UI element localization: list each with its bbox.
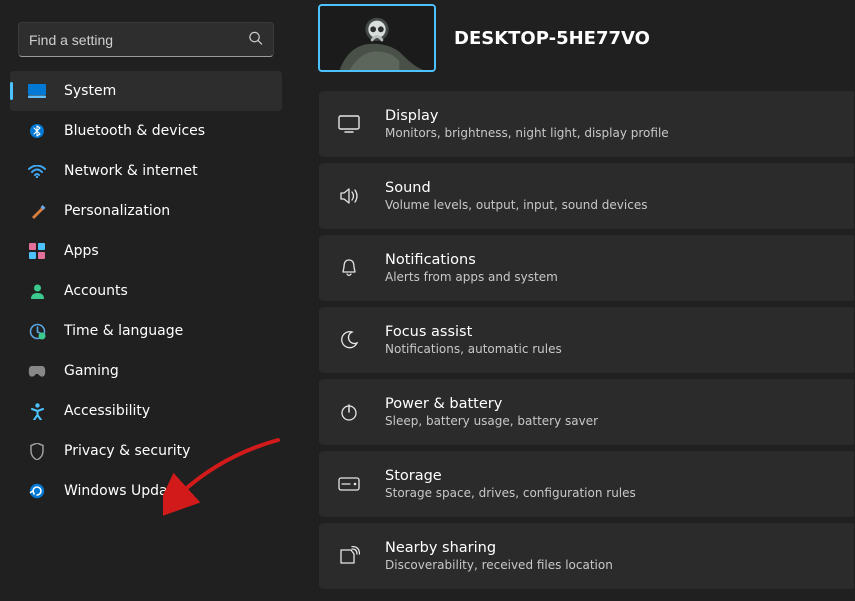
card-subtitle: Volume levels, output, input, sound devi… [385,197,647,213]
storage-icon [331,477,367,491]
person-icon [28,282,46,300]
card-title: Storage [385,467,636,485]
card-notifications[interactable]: Notifications Alerts from apps and syste… [318,234,855,302]
update-icon [28,482,46,500]
main-content: DESKTOP-5HE77VO Display Monitors, bright… [290,0,855,601]
sidebar-item-label: Time & language [64,323,183,339]
card-subtitle: Storage space, drives, configuration rul… [385,485,636,501]
shield-icon [28,442,46,460]
accessibility-icon [28,402,46,420]
card-subtitle: Discoverability, received files location [385,557,613,573]
sidebar-item-accessibility[interactable]: Accessibility [10,391,282,431]
card-title: Power & battery [385,395,598,413]
sidebar-item-personalization[interactable]: Personalization [10,191,282,231]
card-title: Sound [385,179,647,197]
card-sound[interactable]: Sound Volume levels, output, input, soun… [318,162,855,230]
paintbrush-icon [28,202,46,220]
sidebar-item-system[interactable]: System [10,71,282,111]
search-input-wrap[interactable] [18,22,274,57]
sidebar-item-label: Accessibility [64,403,150,419]
pc-name: DESKTOP-5HE77VO [454,28,650,49]
bluetooth-icon [28,122,46,140]
system-card-list: Display Monitors, brightness, night ligh… [318,90,855,590]
sidebar-item-label: Network & internet [64,163,198,179]
sidebar-item-label: Gaming [64,363,119,379]
card-focus-assist[interactable]: Focus assist Notifications, automatic ru… [318,306,855,374]
sound-icon [331,187,367,205]
sidebar-item-label: Bluetooth & devices [64,123,205,139]
sidebar-item-bluetooth[interactable]: Bluetooth & devices [10,111,282,151]
card-display[interactable]: Display Monitors, brightness, night ligh… [318,90,855,158]
sidebar-item-label: Personalization [64,203,170,219]
sidebar-item-label: Privacy & security [64,443,190,459]
sidebar-item-label: Apps [64,243,99,259]
card-subtitle: Notifications, automatic rules [385,341,562,357]
card-nearby-sharing[interactable]: Nearby sharing Discoverability, received… [318,522,855,590]
desktop-wallpaper-tile[interactable] [318,4,436,72]
sidebar-item-privacy[interactable]: Privacy & security [10,431,282,471]
card-storage[interactable]: Storage Storage space, drives, configura… [318,450,855,518]
sidebar-item-apps[interactable]: Apps [10,231,282,271]
card-title: Display [385,107,669,125]
bell-icon [331,258,367,278]
system-icon [28,82,46,100]
gaming-icon [28,362,46,380]
card-subtitle: Alerts from apps and system [385,269,558,285]
apps-icon [28,242,46,260]
sidebar-item-time-language[interactable]: Time & language [10,311,282,351]
sidebar-item-windows-update[interactable]: Windows Update [10,471,282,511]
display-icon [331,115,367,133]
nearby-share-icon [331,546,367,566]
sidebar-item-network[interactable]: Network & internet [10,151,282,191]
power-icon [331,402,367,422]
sidebar-item-gaming[interactable]: Gaming [10,351,282,391]
sidebar-item-label: Windows Update [64,483,182,499]
search-input[interactable] [29,32,237,48]
sidebar-item-accounts[interactable]: Accounts [10,271,282,311]
wifi-icon [28,162,46,180]
card-title: Notifications [385,251,558,269]
system-header: DESKTOP-5HE77VO [318,0,855,90]
sidebar-item-label: System [64,83,116,99]
card-subtitle: Monitors, brightness, night light, displ… [385,125,669,141]
sidebar-item-label: Accounts [64,283,128,299]
card-subtitle: Sleep, battery usage, battery saver [385,413,598,429]
search-icon [248,30,263,49]
sidebar-nav: System Bluetooth & devices Network & int… [10,71,282,511]
card-power-battery[interactable]: Power & battery Sleep, battery usage, ba… [318,378,855,446]
card-title: Focus assist [385,323,562,341]
moon-icon [331,330,367,350]
sidebar: System Bluetooth & devices Network & int… [0,0,290,601]
card-title: Nearby sharing [385,539,613,557]
clock-globe-icon [28,322,46,340]
